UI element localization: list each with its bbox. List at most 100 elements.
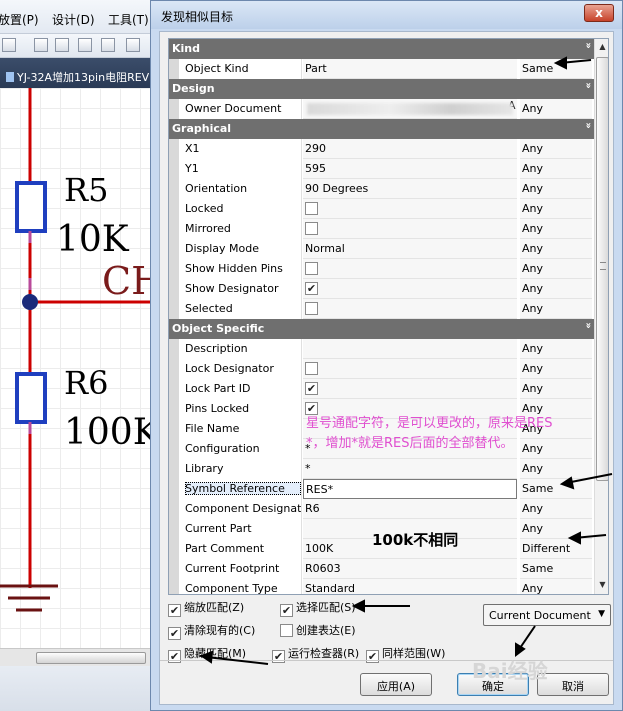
property-grid-scrollbar[interactable]: ▲ ▼ xyxy=(594,39,608,594)
match-condition[interactable]: Any xyxy=(520,499,592,519)
match-condition[interactable]: Any xyxy=(520,439,592,459)
match-condition[interactable]: Any xyxy=(520,99,592,119)
option-create-expression[interactable]: 创建表达(E) xyxy=(280,622,356,638)
property-row[interactable]: Orientation 90 Degrees Any xyxy=(169,179,594,199)
property-row[interactable]: Selected Any xyxy=(169,299,594,319)
match-condition[interactable]: Any xyxy=(520,239,592,259)
property-row[interactable]: Show Designator ✔ Any xyxy=(169,279,594,299)
property-row[interactable]: Current Footprint R0603 Same xyxy=(169,559,594,579)
property-value[interactable]: RES* xyxy=(303,479,517,499)
property-value[interactable]: 90 Degrees xyxy=(303,179,517,199)
property-value[interactable]: Part xyxy=(303,59,517,79)
category-header[interactable]: Graphical » xyxy=(169,119,594,139)
property-value[interactable]: 595 xyxy=(303,159,517,179)
rubber-stamp-icon[interactable] xyxy=(101,38,115,52)
match-condition[interactable]: Any xyxy=(520,199,592,219)
menu-design[interactable]: 设计(D) xyxy=(52,11,95,28)
match-condition[interactable]: Same xyxy=(520,59,592,79)
scroll-down-icon[interactable]: ▼ xyxy=(595,577,608,593)
paste-icon[interactable] xyxy=(78,38,92,52)
property-value[interactable]: R6 xyxy=(303,499,517,519)
property-row[interactable]: Library * Any xyxy=(169,459,594,479)
match-condition[interactable]: Any xyxy=(520,339,592,359)
property-checkbox[interactable] xyxy=(305,202,318,215)
property-value[interactable] xyxy=(303,219,517,239)
apply-button[interactable]: 应用(A) xyxy=(360,673,432,696)
wire-tool-icon[interactable] xyxy=(2,38,16,52)
document-tab[interactable]: YJ-32A增加13pin电阻REV2. xyxy=(0,64,160,88)
property-value[interactable] xyxy=(303,199,517,219)
property-row[interactable]: Mirrored Any xyxy=(169,219,594,239)
property-checkbox[interactable] xyxy=(305,262,318,275)
match-condition[interactable]: Any xyxy=(520,359,592,379)
property-value[interactable]: R0603 xyxy=(303,559,517,579)
property-row[interactable]: Show Hidden Pins Any xyxy=(169,259,594,279)
match-condition[interactable]: Any xyxy=(520,159,592,179)
property-row[interactable]: Component Designato R6 Any xyxy=(169,499,594,519)
property-row[interactable]: Description Any xyxy=(169,339,594,359)
match-condition[interactable]: Any xyxy=(520,139,592,159)
match-condition[interactable]: Same xyxy=(520,479,592,499)
cut-icon[interactable] xyxy=(34,38,48,52)
property-value[interactable] xyxy=(303,299,517,319)
property-value[interactable] xyxy=(303,279,517,299)
property-row[interactable]: Lock Part ID ✔ Any xyxy=(169,379,594,399)
property-row[interactable]: Owner DocumentAAny xyxy=(169,99,594,119)
property-checkbox[interactable] xyxy=(305,362,318,375)
copy-icon[interactable] xyxy=(55,38,69,52)
select-matching-checkbox[interactable]: ✔ xyxy=(280,604,293,617)
property-row[interactable]: Display Mode Normal Any xyxy=(169,239,594,259)
scroll-thumb[interactable] xyxy=(596,57,608,481)
property-value[interactable] xyxy=(303,259,517,279)
collapse-chevron-icon[interactable]: » xyxy=(582,322,593,328)
dialog-titlebar[interactable]: 发现相似目标 x xyxy=(151,1,622,29)
select-area-icon[interactable] xyxy=(126,38,140,52)
property-row[interactable]: Component Type Standard Any xyxy=(169,579,594,594)
cancel-button[interactable]: 取消 xyxy=(537,673,609,696)
option-clear-existing[interactable]: ✔ 清除现有的(C) xyxy=(168,622,255,640)
property-checkbox[interactable] xyxy=(305,222,318,235)
match-condition[interactable]: Any xyxy=(520,379,592,399)
schematic-canvas[interactable]: R5 10K R6 100K CH xyxy=(0,88,160,648)
property-value[interactable] xyxy=(303,339,517,359)
collapse-chevron-icon[interactable]: » xyxy=(582,42,593,48)
match-condition[interactable]: Any xyxy=(520,179,592,199)
property-value[interactable] xyxy=(303,379,517,399)
match-condition[interactable]: Any xyxy=(520,459,592,479)
property-row[interactable]: Lock Designator Any xyxy=(169,359,594,379)
property-value[interactable]: 290 xyxy=(303,139,517,159)
option-select-matching[interactable]: ✔ 选择匹配(S) xyxy=(280,599,356,617)
zoom-matching-checkbox[interactable]: ✔ xyxy=(168,604,181,617)
mask-matching-checkbox[interactable]: ✔ xyxy=(168,650,181,663)
canvas-horizontal-scrollbar[interactable] xyxy=(0,648,160,666)
match-condition[interactable]: Same xyxy=(520,559,592,579)
match-condition[interactable]: Any xyxy=(520,279,592,299)
match-condition[interactable]: Any xyxy=(520,519,592,539)
category-header[interactable]: Design » xyxy=(169,79,594,99)
scroll-thumb[interactable] xyxy=(36,652,146,664)
property-row[interactable]: Symbol Reference RES* Same xyxy=(169,479,594,499)
clear-existing-checkbox[interactable]: ✔ xyxy=(168,627,181,640)
property-value[interactable]: Standard xyxy=(303,579,517,594)
property-value[interactable]: Normal xyxy=(303,239,517,259)
menu-place[interactable]: 放置(P) xyxy=(0,11,39,28)
property-row[interactable]: Locked Any xyxy=(169,199,594,219)
collapse-chevron-icon[interactable]: » xyxy=(582,122,593,128)
match-condition[interactable]: Different xyxy=(520,539,592,559)
property-checkbox[interactable]: ✔ xyxy=(305,382,318,395)
option-zoom-matching[interactable]: ✔ 缩放匹配(Z) xyxy=(168,599,244,617)
property-row[interactable]: X1 290 Any xyxy=(169,139,594,159)
property-value[interactable] xyxy=(303,359,517,379)
scope-dropdown[interactable]: Current Document ▼ xyxy=(483,604,611,626)
menu-tools[interactable]: 工具(T) xyxy=(108,11,149,28)
match-condition[interactable]: Any xyxy=(520,259,592,279)
category-header[interactable]: Object Specific » xyxy=(169,319,594,339)
close-button[interactable]: x xyxy=(584,4,614,22)
same-scope-checkbox[interactable]: ✔ xyxy=(366,650,379,663)
property-row[interactable]: Y1 595 Any xyxy=(169,159,594,179)
match-condition[interactable]: Any xyxy=(520,299,592,319)
category-header[interactable]: Kind » xyxy=(169,39,594,59)
match-condition[interactable]: Any xyxy=(520,219,592,239)
property-value[interactable]: * xyxy=(303,459,517,479)
match-condition[interactable]: Any xyxy=(520,579,592,594)
